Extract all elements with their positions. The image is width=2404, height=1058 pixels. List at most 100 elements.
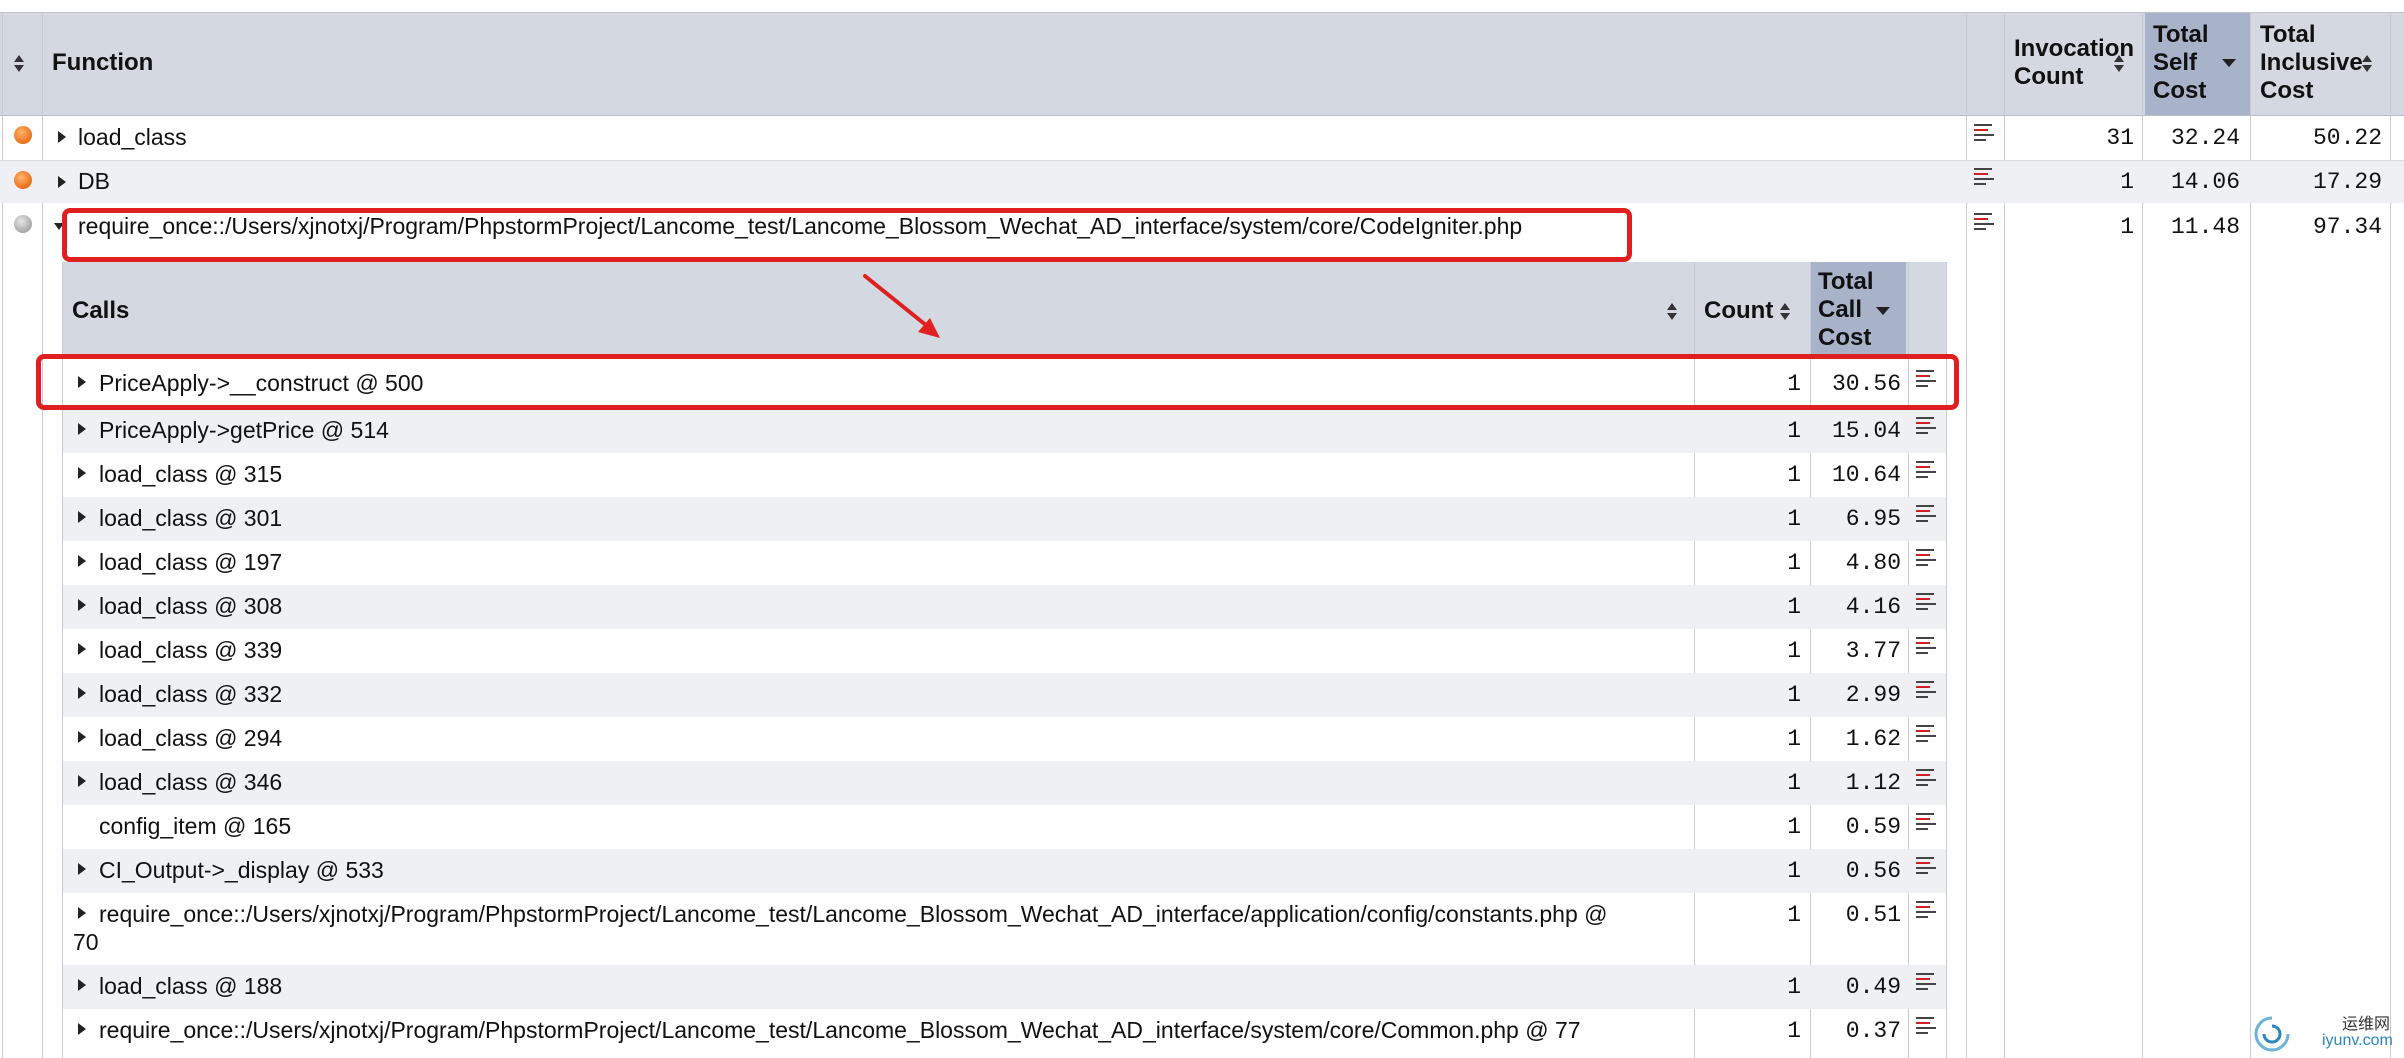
- bar-chart-icon[interactable]: [1916, 417, 1936, 437]
- call-count-value: 1: [1787, 1018, 1801, 1044]
- bar-chart-icon[interactable]: [1916, 857, 1936, 877]
- call-row[interactable]: load_class @ 188 1 0.49: [63, 965, 1946, 1009]
- call-row[interactable]: load_class @ 339 1 3.77: [63, 629, 1946, 673]
- bar-chart-icon[interactable]: [1916, 769, 1936, 789]
- call-cost-sort-descending-icon[interactable]: [1876, 307, 1890, 315]
- annotation-arrow: [863, 274, 940, 338]
- call-name[interactable]: config_item @ 165: [99, 813, 291, 840]
- call-name[interactable]: load_class @ 294: [99, 725, 282, 752]
- expand-arrow-icon[interactable]: [78, 467, 86, 479]
- call-name[interactable]: load_class @ 197: [99, 549, 282, 576]
- self-cost-value: 14.06: [2170, 169, 2240, 195]
- call-cost-value: 15.04: [1831, 418, 1901, 444]
- bar-chart-icon[interactable]: [1916, 901, 1936, 921]
- main-row-load-class[interactable]: load_class 31 32.24 50.22: [0, 116, 2404, 160]
- call-row[interactable]: load_class @ 332 1 2.99: [63, 673, 1946, 717]
- call-count-value: 1: [1787, 682, 1801, 708]
- expand-arrow-icon[interactable]: [78, 907, 86, 919]
- bar-chart-icon[interactable]: [1916, 461, 1936, 481]
- call-row[interactable]: CI_Output->_display @ 533 1 0.56: [63, 849, 1946, 893]
- call-row[interactable]: load_class @ 301 1 6.95: [63, 497, 1946, 541]
- function-name[interactable]: DB: [78, 168, 110, 195]
- call-name[interactable]: load_class @ 188: [99, 973, 282, 1000]
- invocation-count-sort-icon[interactable]: [2114, 55, 2124, 73]
- bar-chart-icon[interactable]: [1974, 168, 1994, 188]
- expand-arrow-icon[interactable]: [78, 979, 86, 991]
- call-row[interactable]: load_class @ 308 1 4.16: [63, 585, 1946, 629]
- call-name[interactable]: load_class @ 332: [99, 681, 282, 708]
- call-name[interactable]: load_class @ 339: [99, 637, 282, 664]
- count-column-header[interactable]: Count: [1704, 297, 1773, 325]
- call-row[interactable]: require_once::/Users/xjnotxj/Program/Php…: [63, 893, 1946, 965]
- bar-chart-icon[interactable]: [1916, 505, 1936, 525]
- call-name[interactable]: PriceApply->getPrice @ 514: [99, 417, 389, 444]
- expand-arrow-icon[interactable]: [78, 1023, 86, 1035]
- watermark-text-top: 运维网: [2342, 1014, 2391, 1033]
- watermark-logo: 运维网 iyunv.com: [2252, 1010, 2402, 1056]
- expand-column-sort-icon[interactable]: [14, 55, 24, 73]
- call-name[interactable]: load_class @ 346: [99, 769, 282, 796]
- total-call-cost-header[interactable]: Total Call Cost: [1818, 268, 1874, 352]
- expand-arrow-icon[interactable]: [78, 423, 86, 435]
- call-cost-value: 0.37: [1845, 1018, 1901, 1044]
- bar-chart-icon[interactable]: [1974, 213, 1994, 233]
- inclusive-cost-value: 97.34: [2312, 214, 2382, 240]
- call-name[interactable]: load_class @ 315: [99, 461, 282, 488]
- function-column-header[interactable]: Function: [52, 49, 153, 77]
- orange-marker-icon: [14, 126, 32, 144]
- expand-arrow-icon[interactable]: [78, 687, 86, 699]
- expand-arrow-icon[interactable]: [78, 511, 86, 523]
- call-row[interactable]: load_class @ 197 1 4.80: [63, 541, 1946, 585]
- count-sort-icon[interactable]: [1780, 303, 1790, 321]
- calls-sort-icon[interactable]: [1667, 303, 1677, 321]
- call-cost-value: 2.99: [1845, 682, 1901, 708]
- expand-arrow-icon[interactable]: [78, 775, 86, 787]
- bar-chart-icon[interactable]: [1916, 725, 1936, 745]
- expand-arrow-icon[interactable]: [78, 863, 86, 875]
- call-row[interactable]: load_class @ 315 1 10.64: [63, 453, 1946, 497]
- bar-chart-icon[interactable]: [1916, 1017, 1936, 1037]
- total-self-cost-header[interactable]: Total Self Cost: [2153, 21, 2209, 105]
- call-name[interactable]: require_once::/Users/xjnotxj/Program/Php…: [99, 901, 1607, 928]
- expand-arrow-icon[interactable]: [78, 731, 86, 743]
- main-row-db[interactable]: DB 1 14.06 17.29: [0, 161, 2404, 203]
- bar-chart-icon[interactable]: [1916, 813, 1936, 833]
- call-name[interactable]: require_once::/Users/xjnotxj/Program/Php…: [99, 1017, 1581, 1044]
- bar-chart-icon[interactable]: [1974, 124, 1994, 144]
- call-row[interactable]: config_item @ 165 1 0.59: [63, 805, 1946, 849]
- expand-arrow-icon[interactable]: [78, 599, 86, 611]
- call-name[interactable]: load_class @ 301: [99, 505, 282, 532]
- call-row[interactable]: load_class @ 294 1 1.62: [63, 717, 1946, 761]
- expand-arrow-icon[interactable]: [78, 643, 86, 655]
- bar-chart-icon[interactable]: [1916, 549, 1936, 569]
- invocation-count-value: 31: [2106, 125, 2134, 151]
- expand-arrow-icon[interactable]: [58, 176, 66, 188]
- function-name[interactable]: load_class: [78, 124, 187, 151]
- total-inclusive-cost-header[interactable]: Total Inclusive Cost: [2260, 21, 2363, 105]
- expand-arrow-icon[interactable]: [58, 131, 66, 143]
- self-cost-value: 11.48: [2170, 214, 2240, 240]
- call-row[interactable]: load_class @ 346 1 1.12: [63, 761, 1946, 805]
- call-count-value: 1: [1787, 770, 1801, 796]
- call-cost-value: 0.51: [1845, 902, 1901, 928]
- call-cost-value: 10.64: [1831, 462, 1901, 488]
- calls-column-header[interactable]: Calls: [72, 297, 129, 325]
- bar-chart-icon[interactable]: [1916, 593, 1936, 613]
- inclusive-cost-sort-icon[interactable]: [2362, 55, 2372, 73]
- sort-descending-icon[interactable]: [2222, 59, 2236, 67]
- call-count-value: 1: [1787, 974, 1801, 1000]
- expand-arrow-icon[interactable]: [78, 555, 86, 567]
- call-count-value: 1: [1787, 550, 1801, 576]
- call-name[interactable]: CI_Output->_display @ 533: [99, 857, 384, 884]
- call-cost-value: 0.59: [1845, 814, 1901, 840]
- bar-chart-icon[interactable]: [1916, 681, 1936, 701]
- highlight-box-construct: [36, 354, 1959, 410]
- call-row[interactable]: require_once::/Users/xjnotxj/Program/Php…: [63, 1009, 1946, 1053]
- call-count-value: 1: [1787, 418, 1801, 444]
- call-count-value: 1: [1787, 726, 1801, 752]
- bar-chart-icon[interactable]: [1916, 973, 1936, 993]
- call-name[interactable]: load_class @ 308: [99, 593, 282, 620]
- bar-chart-icon[interactable]: [1916, 637, 1936, 657]
- invocation-count-value: 1: [2120, 214, 2134, 240]
- call-row[interactable]: PriceApply->getPrice @ 514 1 15.04: [63, 409, 1946, 453]
